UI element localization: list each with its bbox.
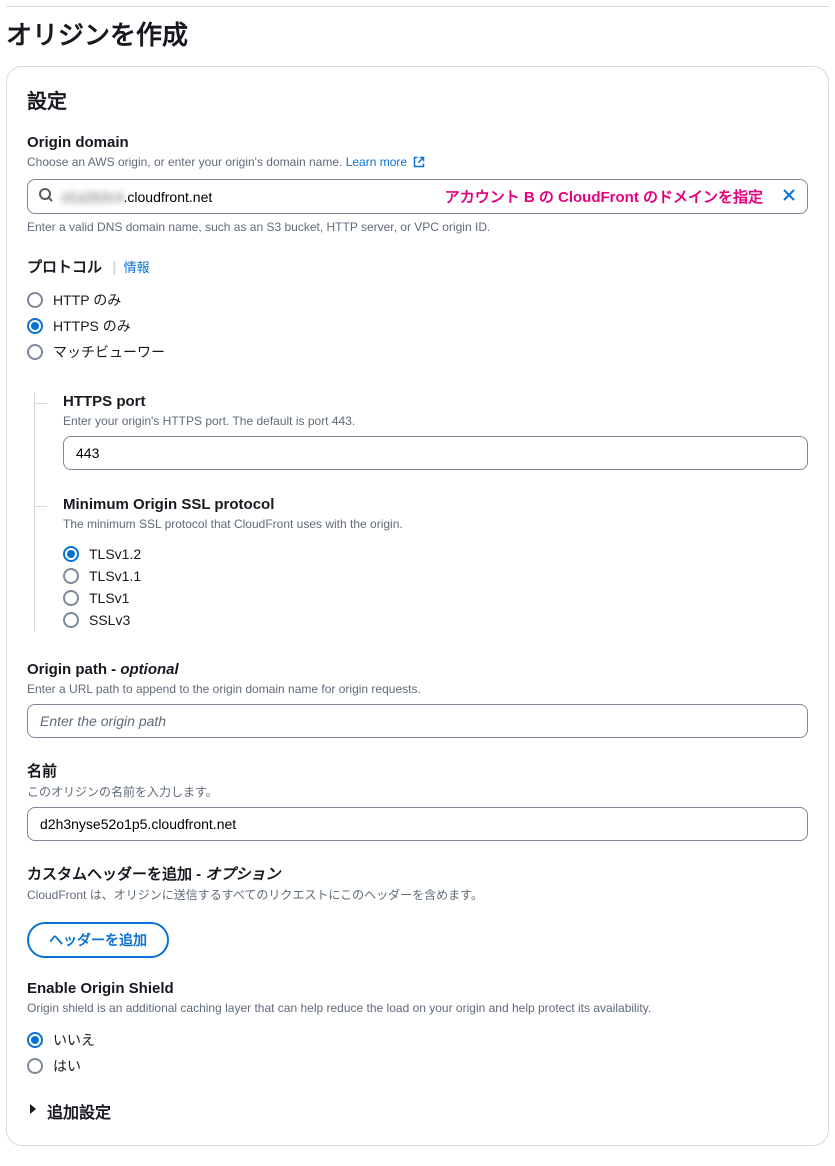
origin-path-field: Origin path - optional Enter a URL path … bbox=[27, 661, 808, 738]
origin-shield-yes-radio[interactable]: はい bbox=[27, 1053, 808, 1079]
origin-path-desc: Enter a URL path to append to the origin… bbox=[27, 680, 808, 698]
radio-icon bbox=[27, 1058, 43, 1074]
name-desc: このオリジンの名前を入力します。 bbox=[27, 783, 808, 801]
panel-title: 設定 bbox=[27, 85, 808, 114]
settings-panel: 設定 Origin domain Choose an AWS origin, o… bbox=[6, 66, 829, 1146]
radio-icon bbox=[63, 568, 79, 584]
origin-domain-blurred-prefix: d1a2b3c4 bbox=[62, 189, 124, 205]
caret-right-icon bbox=[27, 1102, 39, 1120]
custom-header-field: カスタムヘッダーを追加 - オプション CloudFront は、オリジンに送信… bbox=[27, 863, 808, 958]
additional-settings-label: 追加設定 bbox=[47, 1099, 111, 1123]
origin-domain-annotation: アカウント B の CloudFront のドメインを指定 bbox=[435, 186, 773, 207]
search-icon bbox=[38, 187, 54, 206]
ssl-protocol-field: Minimum Origin SSL protocol The minimum … bbox=[63, 496, 808, 631]
origin-domain-input-wrap[interactable]: d1a2b3c4 アカウント B の CloudFront のドメインを指定 bbox=[27, 179, 808, 214]
clear-icon[interactable] bbox=[781, 187, 797, 206]
origin-domain-helper: Enter a valid DNS domain name, such as a… bbox=[27, 220, 808, 234]
ssl-tls11-radio[interactable]: TLSv1.1 bbox=[63, 565, 808, 587]
origin-shield-desc: Origin shield is an additional caching l… bbox=[27, 999, 808, 1017]
name-input[interactable] bbox=[27, 807, 808, 841]
origin-domain-field: Origin domain Choose an AWS origin, or e… bbox=[27, 134, 808, 234]
radio-icon bbox=[63, 546, 79, 562]
origin-shield-field: Enable Origin Shield Origin shield is an… bbox=[27, 980, 808, 1079]
https-port-input[interactable] bbox=[63, 436, 808, 470]
protocol-http-radio[interactable]: HTTP のみ bbox=[27, 287, 808, 313]
radio-icon bbox=[27, 292, 43, 308]
external-link-icon bbox=[413, 155, 425, 173]
ssl-sslv3-radio[interactable]: SSLv3 bbox=[63, 609, 808, 631]
protocol-match-radio[interactable]: マッチビューワー bbox=[27, 339, 808, 365]
https-port-label: HTTPS port bbox=[63, 393, 808, 410]
radio-icon bbox=[27, 344, 43, 360]
radio-icon bbox=[27, 1032, 43, 1048]
origin-domain-input[interactable] bbox=[124, 189, 435, 205]
custom-header-label: カスタムヘッダーを追加 - オプション bbox=[27, 863, 808, 884]
origin-shield-no-radio[interactable]: いいえ bbox=[27, 1027, 808, 1053]
custom-header-desc: CloudFront は、オリジンに送信するすべてのリクエストにこのヘッダーを含… bbox=[27, 886, 808, 904]
name-label: 名前 bbox=[27, 760, 808, 781]
additional-settings-toggle[interactable]: 追加設定 bbox=[27, 1099, 808, 1123]
ssl-protocol-label: Minimum Origin SSL protocol bbox=[63, 496, 808, 513]
protocol-label: プロトコル | 情報 bbox=[27, 256, 808, 277]
radio-icon bbox=[63, 612, 79, 628]
name-field: 名前 このオリジンの名前を入力します。 bbox=[27, 760, 808, 841]
origin-domain-label: Origin domain bbox=[27, 134, 808, 151]
radio-icon bbox=[27, 318, 43, 334]
https-port-desc: Enter your origin's HTTPS port. The defa… bbox=[63, 412, 808, 430]
https-port-field: HTTPS port Enter your origin's HTTPS por… bbox=[63, 393, 808, 470]
ssl-tls12-radio[interactable]: TLSv1.2 bbox=[63, 543, 808, 565]
origin-path-label: Origin path - optional bbox=[27, 661, 808, 678]
origin-domain-desc: Choose an AWS origin, or enter your orig… bbox=[27, 153, 808, 173]
protocol-https-radio[interactable]: HTTPS のみ bbox=[27, 313, 808, 339]
learn-more-link[interactable]: Learn more bbox=[346, 155, 426, 169]
ssl-protocol-desc: The minimum SSL protocol that CloudFront… bbox=[63, 515, 808, 533]
protocol-field: プロトコル | 情報 HTTP のみ HTTPS のみ マッチビューワー bbox=[27, 256, 808, 631]
origin-shield-label: Enable Origin Shield bbox=[27, 980, 808, 997]
add-header-button[interactable]: ヘッダーを追加 bbox=[27, 922, 169, 958]
https-sub-settings: HTTPS port Enter your origin's HTTPS por… bbox=[34, 393, 808, 631]
radio-icon bbox=[63, 590, 79, 606]
protocol-info-link[interactable]: 情報 bbox=[124, 260, 150, 275]
origin-path-input[interactable] bbox=[27, 704, 808, 738]
ssl-tls1-radio[interactable]: TLSv1 bbox=[63, 587, 808, 609]
page-title: オリジンを作成 bbox=[6, 6, 829, 66]
